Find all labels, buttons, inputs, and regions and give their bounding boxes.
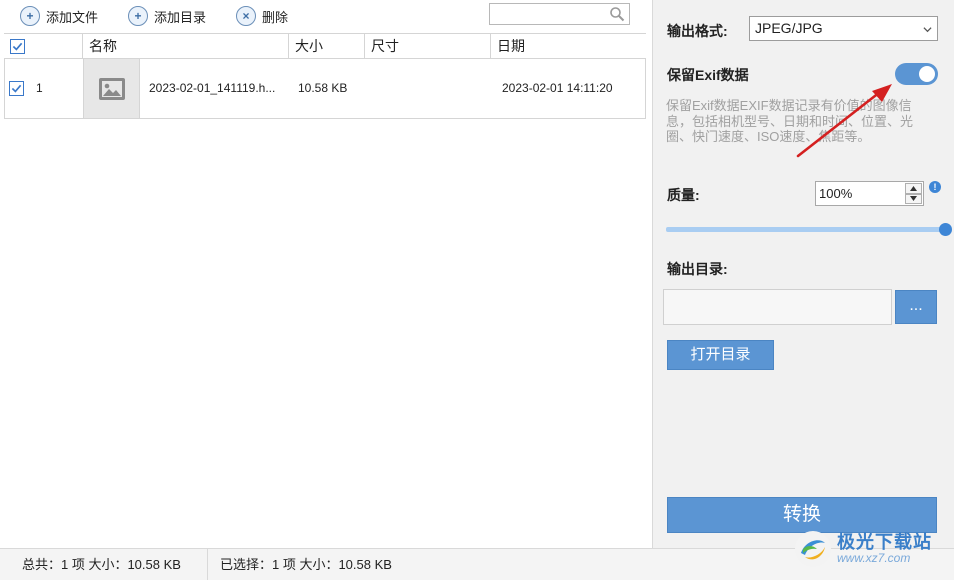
open-directory-button[interactable]: 打开目录 [667,340,774,370]
add-file-label: 添加文件 [46,9,99,25]
quality-stepper[interactable]: 100% [815,181,924,206]
image-placeholder-icon [98,77,125,100]
search-input[interactable] [489,3,630,25]
column-header-date[interactable]: 日期 [490,34,646,59]
add-folder-icon: + [128,6,148,26]
increment-button[interactable] [905,183,922,194]
quality-value: 100% [819,186,853,201]
exif-description: 保留Exif数据EXIF数据记录有价值的图像信息，包括相机型号、日期和时间、位置… [666,98,914,144]
quality-slider-handle[interactable] [939,223,952,236]
stepper-buttons [905,183,922,204]
row-checkbox[interactable] [9,81,24,96]
check-icon [11,84,22,93]
output-directory-label: 输出目录: [667,261,728,277]
decrement-button[interactable] [905,193,922,204]
output-format-value: JPEG/JPG [755,20,823,36]
select-all-cell [8,34,82,59]
file-list-pane: + 添加文件 + 添加目录 × 删除 名称 大小 尺寸 日期 1 2023-02… [0,0,652,548]
quality-label: 质量: [667,187,700,203]
file-size: 10.58 KB [298,81,348,95]
delete-button[interactable]: × 删除 [236,5,288,27]
app-window: + 添加文件 + 添加目录 × 删除 名称 大小 尺寸 日期 1 2023-02… [0,0,954,580]
column-header-dimensions[interactable]: 尺寸 [364,34,490,59]
add-directory-label: 添加目录 [154,9,207,25]
row-index: 1 [36,81,43,95]
settings-panel: 输出格式: JPEG/JPG 保留Exif数据 保留Exif数据EXIF数据记录… [652,0,954,548]
keep-exif-label: 保留Exif数据 [667,67,749,83]
chevron-down-icon [923,27,932,33]
check-icon [12,42,23,51]
add-file-icon: + [20,6,40,26]
browse-button[interactable]: ... [895,290,937,324]
table-row[interactable]: 1 2023-02-01_141119.h... 10.58 KB 2023-0… [4,59,646,119]
output-format-label: 输出格式: [667,23,728,39]
file-thumbnail [83,59,140,118]
delete-label: 删除 [262,9,289,25]
convert-button[interactable]: 转换 [667,497,937,533]
status-bar: 总共：1 项 大小：10.58 KB 已选择：1 项 大小：10.58 KB [0,548,954,580]
search-icon[interactable] [609,6,625,22]
status-selected: 已选择：1 项 大小：10.58 KB [220,557,392,572]
file-table: 名称 大小 尺寸 日期 1 2023-02-01_141119.h... 10.… [4,33,646,119]
status-total: 总共：1 项 大小：10.58 KB [22,557,181,572]
keep-exif-toggle[interactable] [895,63,938,85]
triangle-down-icon [910,196,917,202]
column-header-name[interactable]: 名称 [82,34,288,59]
toggle-knob [919,66,935,82]
info-icon[interactable]: ! [929,181,941,193]
triangle-up-icon [910,185,917,191]
output-format-select[interactable]: JPEG/JPG [749,16,938,41]
add-file-button[interactable]: + 添加文件 [20,5,98,27]
row-select-cell: 1 [9,59,43,118]
add-directory-button[interactable]: + 添加目录 [128,5,206,27]
column-header-size[interactable]: 大小 [288,34,364,59]
toolbar: + 添加文件 + 添加目录 × 删除 [0,0,652,33]
output-directory-input[interactable] [663,289,892,325]
select-all-checkbox[interactable] [10,39,25,54]
file-date: 2023-02-01 14:11:20 [502,81,613,95]
delete-icon: × [236,6,256,26]
table-header: 名称 大小 尺寸 日期 [4,33,646,59]
file-name: 2023-02-01_141119.h... [149,81,276,95]
status-divider [207,549,208,580]
quality-slider-track[interactable] [666,227,946,232]
